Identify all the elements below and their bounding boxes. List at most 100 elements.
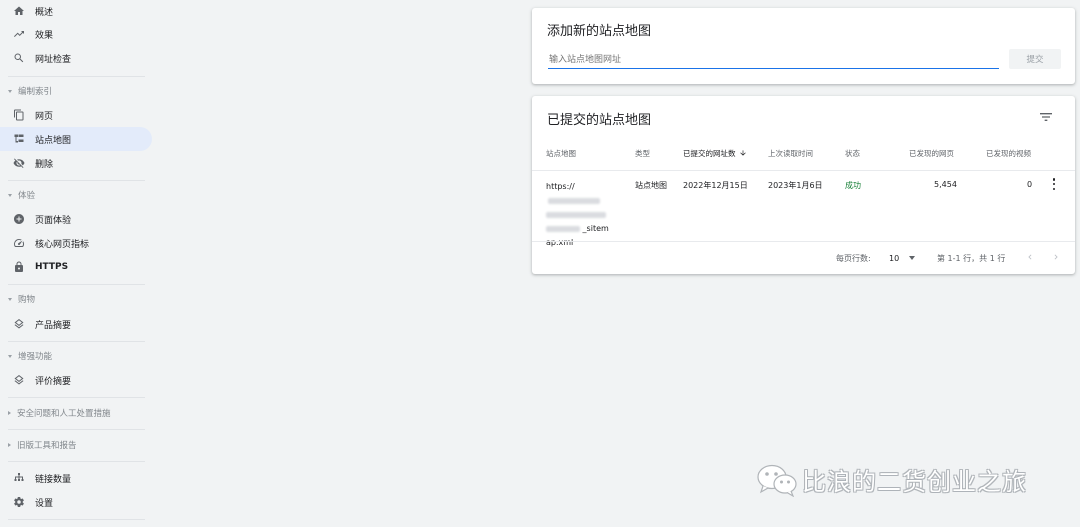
chevron-down-icon (8, 193, 12, 197)
sidebar-divider (8, 76, 145, 77)
add-sitemap-card: 添加新的站点地图 提交 (532, 8, 1075, 84)
section-shopping[interactable]: 购物 (0, 290, 150, 308)
sidebar-item-label: 设置 (35, 498, 54, 509)
add-circle-icon (12, 212, 26, 226)
sidebar-item-label: 效果 (35, 30, 54, 41)
rows-per-page-label: 每页行数: (836, 254, 871, 263)
column-header-discovered-videos[interactable]: 已发现的视频 (986, 148, 1031, 159)
column-header-status[interactable]: 状态 (845, 148, 860, 159)
chevron-right-icon (1054, 254, 1058, 260)
sidebar-divider (8, 461, 145, 462)
sitemap-url-end: ap.xml (546, 238, 574, 247)
arrow-down-icon (739, 149, 747, 159)
column-header-last-read[interactable]: 上次读取时间 (768, 148, 813, 159)
chevron-right-icon (8, 411, 11, 415)
sidebar-item-page-experience[interactable]: 页面体验 (0, 207, 152, 231)
column-header-type[interactable]: 类型 (635, 148, 650, 159)
rows-per-page-value: 10 (889, 253, 900, 263)
sidebar-divider (8, 341, 145, 342)
sidebar-item-label: 网页 (35, 111, 54, 122)
section-enhancements[interactable]: 增强功能 (0, 347, 150, 365)
submitted-sitemaps-card: 已提交的站点地图 站点地图 类型 已提交的网址数 上次读取时间 状态 已发现的网… (532, 96, 1075, 274)
section-experience[interactable]: 体验 (0, 186, 150, 204)
links-icon (12, 471, 26, 485)
section-label: 增强功能 (18, 352, 53, 362)
last-read-cell: 2023年1月6日 (768, 181, 823, 190)
sidebar-divider (8, 180, 145, 181)
rows-per-page-select[interactable]: 10 (889, 251, 921, 265)
column-header-submitted-urls[interactable]: 已提交的网址数 (683, 148, 747, 159)
sidebar-item-product-snippets[interactable]: 产品摘要 (0, 312, 152, 336)
sidebar-item-label: 网址检查 (35, 54, 72, 65)
pagination-range: 第 1-1 行，共 1 行 (937, 254, 1006, 263)
status-badge: 成功 (845, 181, 861, 190)
sidebar-divider (8, 284, 145, 285)
section-indexing[interactable]: 编制索引 (0, 82, 150, 100)
sidebar-item-label: 删除 (35, 159, 54, 170)
sidebar-item-review-snippets[interactable]: 评价摘要 (0, 368, 152, 392)
search-icon (12, 51, 26, 65)
watermark-text: 比浪的二货创业之旅 (802, 468, 1027, 496)
submit-button[interactable]: 提交 (1009, 49, 1061, 69)
home-icon (12, 4, 26, 18)
pages-icon (12, 108, 26, 122)
sidebar-item-performance[interactable]: 效果 (0, 22, 152, 46)
column-header-sitemap[interactable]: 站点地图 (546, 148, 576, 159)
sitemap-icon (12, 132, 26, 146)
sitemap-url-end: _sitem (582, 224, 609, 233)
sidebar-item-label: 链接数量 (35, 474, 72, 485)
section-label: 编制索引 (18, 87, 53, 97)
sidebar-item-label: 页面体验 (35, 215, 72, 226)
section-label: 安全问题和人工处置措施 (17, 409, 111, 419)
layers-icon (12, 317, 26, 331)
add-sitemap-title: 添加新的站点地图 (547, 24, 652, 39)
sidebar-item-label: HTTPS (35, 262, 69, 272)
sidebar-item-url-inspection[interactable]: 网址检查 (0, 46, 152, 70)
sitemap-url-cell[interactable]: https:// _sitem ap.xml (546, 180, 622, 250)
more-vert-icon[interactable] (1050, 177, 1058, 191)
sitemap-url-input[interactable] (548, 52, 999, 69)
sidebar-item-core-web-vitals[interactable]: 核心网页指标 (0, 231, 152, 255)
trending-up-icon (12, 27, 26, 41)
chevron-down-icon (8, 354, 12, 358)
sidebar-divider (8, 519, 145, 520)
visibility-off-icon (12, 156, 26, 170)
chevron-right-icon (8, 443, 11, 447)
watermark: 比浪的二货创业之旅 (756, 462, 1027, 497)
sidebar-item-label: 概述 (35, 7, 54, 18)
column-header-label: 已提交的网址数 (683, 149, 736, 158)
submitted-sitemaps-title: 已提交的站点地图 (547, 113, 652, 128)
sidebar-item-overview[interactable]: 概述 (0, 0, 152, 23)
gear-icon (12, 495, 26, 509)
section-label: 购物 (18, 295, 36, 305)
sidebar-item-https[interactable]: HTTPS (0, 255, 152, 279)
sitemap-url-start: https:// (546, 182, 575, 191)
layers-icon (12, 373, 26, 387)
redacted-text (546, 211, 606, 218)
wechat-icon (757, 464, 797, 497)
row-divider (532, 241, 1075, 242)
sidebar-item-sitemaps[interactable]: 站点地图 (0, 127, 152, 151)
sidebar-item-label: 站点地图 (35, 135, 72, 146)
sidebar-item-pages[interactable]: 网页 (0, 103, 152, 127)
section-label: 体验 (18, 191, 36, 201)
section-security[interactable]: 安全问题和人工处置措施 (0, 404, 150, 422)
sidebar-item-removals[interactable]: 删除 (0, 151, 152, 175)
section-legacy-tools[interactable]: 旧版工具和报告 (0, 436, 150, 454)
sidebar-item-settings[interactable]: 设置 (0, 490, 152, 514)
sidebar: 概述 效果 网址检查 编制索引 网页 站点地图 删除 体验 页面体验 核心网页指… (0, 0, 158, 527)
chevron-down-icon (8, 89, 12, 93)
header-divider (532, 170, 1075, 171)
filter-icon[interactable] (1038, 109, 1054, 125)
submitted-date-cell: 2022年12月15日 (683, 181, 748, 190)
column-header-discovered-pages[interactable]: 已发现的网页 (909, 148, 954, 159)
sidebar-item-label: 核心网页指标 (35, 239, 90, 250)
prev-page-button[interactable] (1024, 250, 1036, 264)
next-page-button[interactable] (1050, 250, 1062, 264)
chevron-left-icon (1028, 254, 1032, 260)
sidebar-divider (8, 397, 145, 398)
type-cell: 站点地图 (635, 181, 667, 190)
sidebar-item-links[interactable]: 链接数量 (0, 466, 152, 490)
discovered-videos-cell: 0 (1027, 180, 1033, 189)
sidebar-divider (8, 429, 145, 430)
